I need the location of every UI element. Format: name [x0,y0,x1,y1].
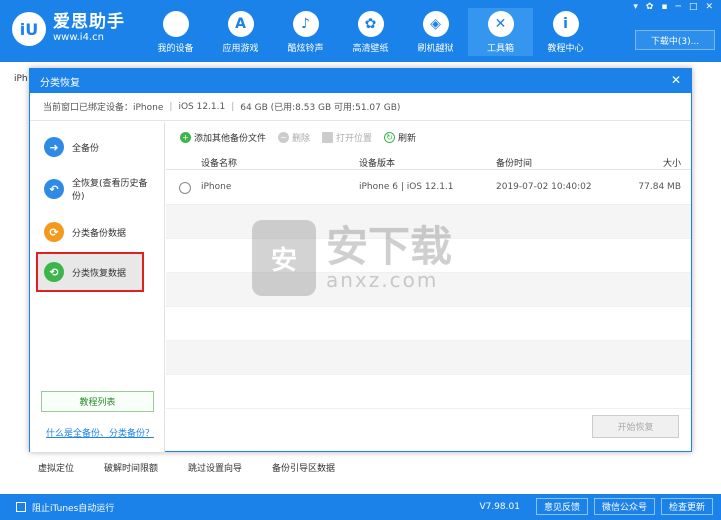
tool-backup-boot[interactable]: 备份引导区数据 [272,461,335,474]
top-header: iU 爱思助手 www.i4.cn 我的设备 A 应用游戏 ♪ 酷炫铃声 ✿ 高… [0,0,721,62]
refresh-button[interactable]: ↻ 刷新 [384,131,416,144]
settings-icon[interactable]: ✿ [646,2,654,12]
flower-icon: ✿ [357,11,384,37]
add-backup-button[interactable]: + 添加其他备份文件 [180,131,266,144]
tool-screen-time[interactable]: 破解时间限额 [104,461,158,474]
restore-icon: ⟲ [44,262,64,282]
sidebar-item-category-restore[interactable]: ⟲ 分类恢复数据 [36,252,144,292]
col-size[interactable]: 大小 [663,156,681,169]
tutorial-list-button[interactable]: 教程列表 [41,391,154,412]
download-button[interactable]: 下载中(3)... [635,30,715,50]
skin-icon[interactable]: ▪ [661,2,667,12]
nav-apps[interactable]: A 应用游戏 [208,8,273,56]
watermark-url: anxz.com [326,268,439,292]
empty-row [166,375,691,409]
version-label: V7.98.01 [479,501,520,512]
sidebar-item-category-backup[interactable]: ⟳ 分类备份数据 [38,215,160,249]
watermark: 安 安下载 anxz.com [252,220,452,296]
table-header: 设备名称 设备版本 备份时间 大小 [166,152,691,170]
shopping-bag-icon: 安 [252,220,316,296]
box-icon: ◈ [422,11,449,37]
device-info: 当前窗口已绑定设备：iPhone | iOS 12.1.1 | 64 GB (已… [30,93,691,121]
col-device-version[interactable]: 设备版本 [359,156,395,169]
row-radio[interactable] [179,182,191,194]
start-restore-button[interactable]: 开始恢复 [592,415,679,438]
col-device-name[interactable]: 设备名称 [201,156,237,169]
sidebar-item-full-backup[interactable]: ➜ 全备份 [38,130,160,164]
col-backup-time[interactable]: 备份时间 [496,156,532,169]
nav-tutorials[interactable]: i 教程中心 [533,8,598,56]
nav-toolbox[interactable]: ✕ 工具箱 [468,8,533,56]
help-link[interactable]: 什么是全备份、分类备份？ [46,426,154,439]
bg-device-tab[interactable]: iPh [14,74,28,84]
check-update-button[interactable]: 检查更新 [660,498,713,515]
maximize-icon[interactable]: □ [689,2,698,12]
app-store-icon: A [227,11,254,37]
plus-icon: + [180,131,191,143]
close-icon[interactable]: ✕ [705,2,713,12]
nav-flash[interactable]: ◈ 刷机越狱 [403,8,468,56]
tool-skip-setup[interactable]: 跳过设置向导 [188,461,242,474]
minimize-icon[interactable]: ─ [676,2,681,12]
bg-tools-row: 虚拟定位 破解时间限额 跳过设置向导 备份引导区数据 [38,461,365,474]
nav-my-device[interactable]: 我的设备 [143,8,208,56]
apple-icon [162,11,189,37]
main-nav: 我的设备 A 应用游戏 ♪ 酷炫铃声 ✿ 高清壁纸 ◈ 刷机越狱 ✕ 工具箱 i… [143,8,598,56]
sidebar-item-full-restore[interactable]: ↶ 全恢复(查看历史备份) [38,172,160,206]
dialog-title: 分类恢复 [30,69,691,93]
arrow-right-icon: ➜ [44,137,64,157]
wechat-button[interactable]: 微信公众号 [593,498,655,515]
nav-ringtones[interactable]: ♪ 酷炫铃声 [273,8,338,56]
app-logo: iU 爱思助手 www.i4.cn [12,12,125,46]
itunes-checkbox[interactable] [16,502,26,512]
feedback-button[interactable]: 意见反馈 [535,498,588,515]
empty-row [166,341,691,375]
folder-icon [322,131,334,143]
undo-icon: ↶ [44,179,64,199]
backup-icon: ⟳ [44,222,64,242]
status-bar: 阻止iTunes自动运行 V7.98.01 意见反馈 微信公众号 检查更新 [0,494,721,520]
delete-button[interactable]: − 删除 [278,131,310,144]
refresh-icon: ↻ [384,131,396,143]
tools-icon: ✕ [487,11,514,37]
menu-dropdown-icon[interactable]: ▾ [633,2,638,12]
itunes-label: 阻止iTunes自动运行 [32,503,115,514]
bell-icon: ♪ [292,11,319,37]
table-row[interactable]: iPhone iPhone 6 | iOS 12.1.1 2019-07-02 … [166,170,691,205]
empty-row [166,307,691,341]
app-url: www.i4.cn [53,32,104,43]
watermark-title: 安下载 [326,222,453,271]
dialog-close-icon[interactable]: ✕ [671,73,681,87]
open-location-button[interactable]: 打开位置 [322,131,372,144]
backup-toolbar: + 添加其他备份文件 − 删除 打开位置 ↻ 刷新 [166,122,691,152]
nav-wallpapers[interactable]: ✿ 高清壁纸 [338,8,403,56]
window-controls: ▾ ✿ ▪ ─ □ ✕ [625,2,713,12]
logo-icon: iU [12,12,46,46]
tool-virtual-location[interactable]: 虚拟定位 [38,461,74,474]
delete-icon: − [278,131,290,143]
dialog-sidebar: ➜ 全备份 ↶ 全恢复(查看历史备份) ⟳ 分类备份数据 ⟲ 分类恢复数据 教程… [30,122,165,452]
app-name: 爱思助手 [53,12,125,32]
info-icon: i [552,11,579,37]
